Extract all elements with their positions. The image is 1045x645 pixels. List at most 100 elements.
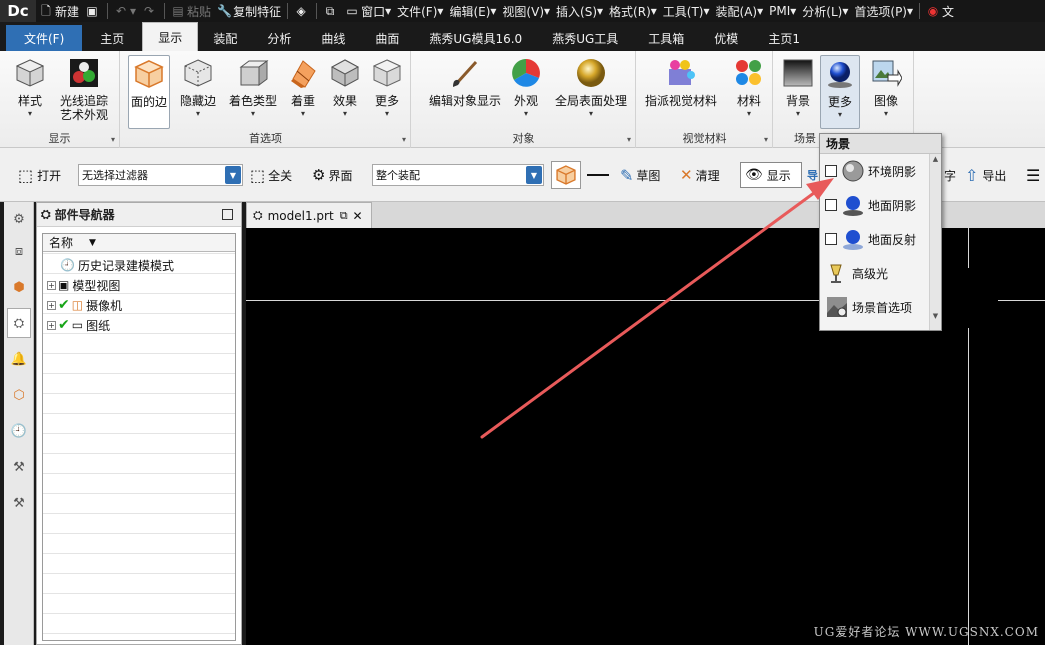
snap-cube-button[interactable] [551, 161, 581, 189]
close-icon[interactable]: ✕ [353, 209, 363, 223]
menu-analysis[interactable]: 分析(L) ▾ [799, 0, 851, 22]
group-expand-icon[interactable]: ▾ [402, 135, 406, 144]
chevron-down-icon: ▼ [526, 166, 542, 184]
tab-youmo[interactable]: 优模 [699, 25, 753, 51]
tab-yanxiu-mold[interactable]: 燕秀UG模具16.0 [414, 25, 537, 51]
redo-button[interactable]: ↷ [139, 0, 161, 22]
background-button[interactable]: 背景 ▾ [778, 55, 818, 118]
global-surface-button[interactable]: 全局表面处理 ▾ [550, 55, 632, 118]
checkbox[interactable] [825, 165, 837, 177]
tree-node-drawings[interactable]: + ✔ ▭ 图纸 [47, 315, 110, 335]
group-expand-icon[interactable]: ▾ [111, 135, 115, 144]
constraint-navigator-icon[interactable]: ⬢ [7, 272, 31, 302]
copy-feature-button[interactable]: 🔧 复制特征 [214, 0, 284, 22]
tab-curve[interactable]: 曲线 [306, 25, 360, 51]
menu-pmi[interactable]: PMI ▾ [766, 0, 799, 22]
popout-icon[interactable]: ⧉ [340, 209, 348, 223]
more-scene-button[interactable]: 更多 ▾ [820, 55, 860, 129]
menu-file[interactable]: 文件(F) ▾ [394, 0, 446, 22]
tree-node-model-views[interactable]: + ▣ 模型视图 [47, 275, 120, 295]
sketch-button[interactable]: ✎ 草图 [620, 164, 660, 186]
part-navigator-icon[interactable]: ⛭ [7, 308, 31, 338]
chevron-down-icon[interactable]: ▼ [930, 312, 941, 320]
menu-format[interactable]: 格式(R) ▾ [606, 0, 660, 22]
scene-item-preferences[interactable]: 场景首选项 [820, 292, 928, 322]
history-clock-icon[interactable]: 🕘 [7, 416, 31, 446]
toolbar-menu-icon[interactable]: ☰ [1026, 164, 1040, 186]
emphasis-button[interactable]: 着重 ▾ [283, 55, 323, 118]
tab-home[interactable]: 主页 [82, 25, 142, 51]
type-filter-select[interactable]: 无选择过滤器 ▼ [78, 164, 243, 186]
more-preferences-button[interactable]: 更多 ▾ [367, 55, 407, 118]
face-edges-button[interactable]: 面的边 [128, 55, 170, 129]
bell-icon[interactable]: 🔔 [7, 344, 31, 374]
clean-button[interactable]: ✕ 清理 [680, 164, 720, 186]
display-toggle-button[interactable]: 👁 显示 [740, 162, 802, 188]
menu-insert[interactable]: 插入(S) ▾ [553, 0, 606, 22]
group-expand-icon[interactable]: ▾ [764, 135, 768, 144]
material-button[interactable]: 材料 ▾ [729, 55, 769, 118]
tab-surface[interactable]: 曲面 [360, 25, 414, 51]
document-tab[interactable]: ⛭ model1.prt ⧉ ✕ [246, 202, 372, 228]
assembly-navigator-icon[interactable]: ⧈ [7, 236, 31, 266]
menu-view[interactable]: 视图(V) ▾ [499, 0, 553, 22]
scene-item-ground-reflection[interactable]: 地面反射 [820, 224, 928, 254]
effects-button[interactable]: 效果 ▾ [325, 55, 365, 118]
tab-display[interactable]: 显示 [142, 22, 199, 51]
chevron-up-icon[interactable]: ▲ [930, 155, 941, 163]
line-style-button[interactable] [587, 164, 609, 186]
style-button[interactable]: 样式 ▾ [10, 55, 50, 118]
scope-select[interactable]: 整个装配 ▼ [372, 164, 544, 186]
open-button[interactable]: ⬚ 打开 [18, 164, 61, 186]
scene-item-advanced-light[interactable]: 高级光 [820, 258, 928, 288]
tree-node-cameras[interactable]: + ✔ ◫ 摄像机 [47, 295, 122, 315]
tab-home1[interactable]: 主页1 [753, 25, 815, 51]
group-expand-icon[interactable]: ▾ [627, 135, 631, 144]
undo-button[interactable]: ↶ ▾ [111, 0, 139, 22]
command-finder-button[interactable]: ◈ [291, 0, 313, 22]
menu-edit[interactable]: 编辑(E) ▾ [446, 0, 499, 22]
tab-file[interactable]: 文件(F) [6, 25, 83, 51]
tab-yanxiu-tools[interactable]: 燕秀UG工具 [537, 25, 633, 51]
maximize-icon[interactable] [222, 209, 233, 220]
checkbox[interactable] [825, 199, 837, 211]
hidden-edges-button[interactable]: 隐藏边 ▾ [177, 55, 219, 118]
export-button[interactable]: ⇧ 导出 [965, 164, 1006, 186]
scene-scrollbar[interactable]: ▲ ▼ [929, 154, 941, 330]
menu-preferences[interactable]: 首选项(P) ▾ [851, 0, 916, 22]
reuse-library-icon[interactable]: ⬡ [7, 380, 31, 410]
menu-assembly[interactable]: 装配(A) ▾ [713, 0, 767, 22]
edit-object-display-button[interactable]: 编辑对象显示 [420, 55, 510, 108]
truncated-text-button[interactable]: 字 [944, 164, 956, 186]
tab-assembly[interactable]: 装配 [198, 25, 252, 51]
scene-item-ground-shadow[interactable]: 地面阴影 [820, 190, 928, 220]
deselect-all-button[interactable]: ⬚ 全关 [250, 164, 292, 186]
checkbox[interactable] [825, 233, 837, 245]
scene-item-ambient-occlusion[interactable]: 环境阴影 [820, 156, 928, 186]
cut-off-menu[interactable]: ◉ 文 [923, 0, 957, 22]
shading-type-button[interactable]: 着色类型 ▾ [225, 55, 281, 118]
tree-node-history[interactable]: 🕘 历史记录建模模式 [60, 255, 174, 275]
settings-gear-icon[interactable]: ⚙ [7, 204, 31, 234]
new-button[interactable]: 🗋 新建 [36, 0, 82, 22]
column-header-name[interactable]: 名称 ▼ [43, 234, 235, 252]
expand-icon[interactable]: + [47, 320, 56, 330]
tools-icon[interactable]: ⚒ [7, 488, 31, 518]
appearance-button[interactable]: 外观 ▾ [508, 55, 544, 118]
menu-tools[interactable]: 工具(T) ▾ [660, 0, 713, 22]
window-layout-button[interactable]: ⧉ [320, 0, 342, 22]
datum-line [998, 300, 1045, 301]
paste-button[interactable]: ▤ 粘贴 [168, 0, 214, 22]
truncated-button[interactable]: 导 [807, 164, 818, 186]
process-studio-icon[interactable]: ⚒ [7, 452, 31, 482]
expand-icon[interactable]: + [47, 300, 56, 310]
interface-button[interactable]: ⚙ 界面 [312, 164, 352, 186]
expand-icon[interactable]: + [47, 280, 56, 290]
image-button[interactable]: 图像 ▾ [866, 55, 906, 118]
menu-window[interactable]: ▭ 窗口 ▾ [342, 0, 394, 22]
save-button[interactable]: ▣ [82, 0, 104, 22]
raytrace-button[interactable]: 光线追踪 艺术外观 [56, 55, 112, 122]
tab-toolbox[interactable]: 工具箱 [633, 25, 699, 51]
tab-analysis[interactable]: 分析 [252, 25, 306, 51]
assign-material-button[interactable]: 指派视觉材料 [643, 55, 719, 108]
